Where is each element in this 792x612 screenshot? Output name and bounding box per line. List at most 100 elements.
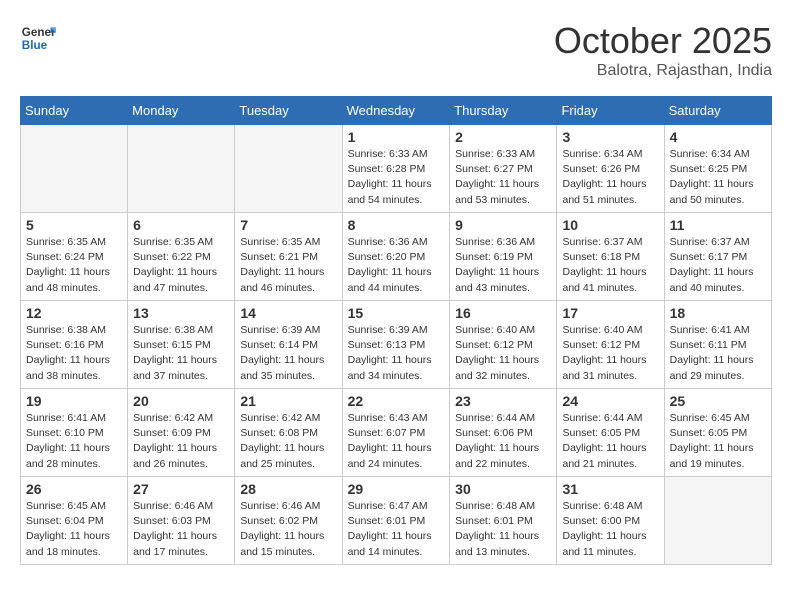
day-number: 21 (240, 393, 336, 409)
calendar-table: SundayMondayTuesdayWednesdayThursdayFrid… (20, 96, 772, 565)
day-number: 31 (562, 481, 658, 497)
calendar-cell: 26 Sunrise: 6:45 AM Sunset: 6:04 PM Dayli… (21, 477, 128, 565)
day-number: 1 (348, 129, 445, 145)
calendar-cell: 30 Sunrise: 6:48 AM Sunset: 6:01 PM Dayli… (450, 477, 557, 565)
calendar-cell: 17 Sunrise: 6:40 AM Sunset: 6:12 PM Dayli… (557, 301, 664, 389)
day-info: Sunrise: 6:35 AM Sunset: 6:21 PM Dayligh… (240, 235, 336, 296)
day-info: Sunrise: 6:33 AM Sunset: 6:27 PM Dayligh… (455, 147, 551, 208)
week-row-3: 12Sunrise: 6:38 AM Sunset: 6:16 PM Dayli… (21, 301, 772, 389)
day-number: 6 (133, 217, 229, 233)
calendar-cell: 29 Sunrise: 6:47 AM Sunset: 6:01 PM Dayli… (342, 477, 450, 565)
week-row-2: 5Sunrise: 6:35 AM Sunset: 6:24 PM Daylig… (21, 213, 772, 301)
calendar-cell: 9 Sunrise: 6:36 AM Sunset: 6:19 PM Daylig… (450, 213, 557, 301)
day-info: Sunrise: 6:46 AM Sunset: 6:02 PM Dayligh… (240, 499, 336, 560)
weekday-header-tuesday: Tuesday (235, 97, 342, 125)
day-number: 3 (562, 129, 658, 145)
day-number: 23 (455, 393, 551, 409)
day-number: 7 (240, 217, 336, 233)
day-number: 27 (133, 481, 229, 497)
calendar-cell: 6 Sunrise: 6:35 AM Sunset: 6:22 PM Daylig… (128, 213, 235, 301)
day-info: Sunrise: 6:48 AM Sunset: 6:00 PM Dayligh… (562, 499, 658, 560)
day-number: 19 (26, 393, 122, 409)
day-info: Sunrise: 6:40 AM Sunset: 6:12 PM Dayligh… (455, 323, 551, 384)
day-info: Sunrise: 6:48 AM Sunset: 6:01 PM Dayligh… (455, 499, 551, 560)
day-info: Sunrise: 6:41 AM Sunset: 6:10 PM Dayligh… (26, 411, 122, 472)
calendar-cell: 21Sunrise: 6:42 AM Sunset: 6:08 PM Dayli… (235, 389, 342, 477)
day-number: 8 (348, 217, 445, 233)
day-number: 13 (133, 305, 229, 321)
calendar-cell: 28 Sunrise: 6:46 AM Sunset: 6:02 PM Dayli… (235, 477, 342, 565)
day-info: Sunrise: 6:39 AM Sunset: 6:13 PM Dayligh… (348, 323, 445, 384)
day-info: Sunrise: 6:35 AM Sunset: 6:22 PM Dayligh… (133, 235, 229, 296)
day-number: 9 (455, 217, 551, 233)
weekday-header-monday: Monday (128, 97, 235, 125)
calendar-cell: 24Sunrise: 6:44 AM Sunset: 6:05 PM Dayli… (557, 389, 664, 477)
calendar-cell (128, 125, 235, 213)
weekday-header-wednesday: Wednesday (342, 97, 450, 125)
calendar-cell (664, 477, 771, 565)
day-info: Sunrise: 6:40 AM Sunset: 6:12 PM Dayligh… (562, 323, 658, 384)
day-info: Sunrise: 6:36 AM Sunset: 6:19 PM Dayligh… (455, 235, 551, 296)
page-header: General Blue October 2025 Balotra, Rajas… (20, 20, 772, 80)
day-info: Sunrise: 6:46 AM Sunset: 6:03 PM Dayligh… (133, 499, 229, 560)
calendar-cell (21, 125, 128, 213)
day-number: 22 (348, 393, 445, 409)
day-number: 29 (348, 481, 445, 497)
day-info: Sunrise: 6:43 AM Sunset: 6:07 PM Dayligh… (348, 411, 445, 472)
day-info: Sunrise: 6:45 AM Sunset: 6:04 PM Dayligh… (26, 499, 122, 560)
day-info: Sunrise: 6:37 AM Sunset: 6:18 PM Dayligh… (562, 235, 658, 296)
weekday-header-row: SundayMondayTuesdayWednesdayThursdayFrid… (21, 97, 772, 125)
day-info: Sunrise: 6:37 AM Sunset: 6:17 PM Dayligh… (670, 235, 766, 296)
calendar-cell: 1 Sunrise: 6:33 AM Sunset: 6:28 PM Daylig… (342, 125, 450, 213)
calendar-cell: 5Sunrise: 6:35 AM Sunset: 6:24 PM Daylig… (21, 213, 128, 301)
day-number: 2 (455, 129, 551, 145)
calendar-cell: 18Sunrise: 6:41 AM Sunset: 6:11 PM Dayli… (664, 301, 771, 389)
day-number: 28 (240, 481, 336, 497)
day-info: Sunrise: 6:47 AM Sunset: 6:01 PM Dayligh… (348, 499, 445, 560)
calendar-cell: 7 Sunrise: 6:35 AM Sunset: 6:21 PM Daylig… (235, 213, 342, 301)
day-number: 10 (562, 217, 658, 233)
day-number: 12 (26, 305, 122, 321)
week-row-1: 1 Sunrise: 6:33 AM Sunset: 6:28 PM Daylig… (21, 125, 772, 213)
calendar-cell: 2 Sunrise: 6:33 AM Sunset: 6:27 PM Daylig… (450, 125, 557, 213)
day-number: 11 (670, 217, 766, 233)
calendar-cell: 11 Sunrise: 6:37 AM Sunset: 6:17 PM Dayli… (664, 213, 771, 301)
day-number: 16 (455, 305, 551, 321)
calendar-cell: 16 Sunrise: 6:40 AM Sunset: 6:12 PM Dayli… (450, 301, 557, 389)
week-row-4: 19 Sunrise: 6:41 AM Sunset: 6:10 PM Dayli… (21, 389, 772, 477)
day-info: Sunrise: 6:34 AM Sunset: 6:25 PM Dayligh… (670, 147, 766, 208)
day-info: Sunrise: 6:45 AM Sunset: 6:05 PM Dayligh… (670, 411, 766, 472)
title-block: October 2025 Balotra, Rajasthan, India (554, 20, 772, 80)
day-number: 30 (455, 481, 551, 497)
day-info: Sunrise: 6:33 AM Sunset: 6:28 PM Dayligh… (348, 147, 445, 208)
month-title: October 2025 (554, 20, 772, 62)
week-row-5: 26 Sunrise: 6:45 AM Sunset: 6:04 PM Dayli… (21, 477, 772, 565)
calendar-cell: 20 Sunrise: 6:42 AM Sunset: 6:09 PM Dayli… (128, 389, 235, 477)
calendar-cell: 27 Sunrise: 6:46 AM Sunset: 6:03 PM Dayli… (128, 477, 235, 565)
weekday-header-sunday: Sunday (21, 97, 128, 125)
day-info: Sunrise: 6:42 AM Sunset: 6:09 PM Dayligh… (133, 411, 229, 472)
day-number: 20 (133, 393, 229, 409)
day-number: 14 (240, 305, 336, 321)
day-number: 25 (670, 393, 766, 409)
logo-icon: General Blue (20, 20, 56, 56)
calendar-cell: 22 Sunrise: 6:43 AM Sunset: 6:07 PM Dayli… (342, 389, 450, 477)
weekday-header-friday: Friday (557, 97, 664, 125)
day-info: Sunrise: 6:34 AM Sunset: 6:26 PM Dayligh… (562, 147, 658, 208)
day-number: 17 (562, 305, 658, 321)
calendar-cell: 3 Sunrise: 6:34 AM Sunset: 6:26 PM Daylig… (557, 125, 664, 213)
day-info: Sunrise: 6:41 AM Sunset: 6:11 PM Dayligh… (670, 323, 766, 384)
weekday-header-saturday: Saturday (664, 97, 771, 125)
calendar-cell: 12Sunrise: 6:38 AM Sunset: 6:16 PM Dayli… (21, 301, 128, 389)
calendar-cell: 13Sunrise: 6:38 AM Sunset: 6:15 PM Dayli… (128, 301, 235, 389)
calendar-cell: 15 Sunrise: 6:39 AM Sunset: 6:13 PM Dayli… (342, 301, 450, 389)
day-number: 26 (26, 481, 122, 497)
calendar-cell: 14Sunrise: 6:39 AM Sunset: 6:14 PM Dayli… (235, 301, 342, 389)
day-number: 15 (348, 305, 445, 321)
calendar-cell: 10 Sunrise: 6:37 AM Sunset: 6:18 PM Dayli… (557, 213, 664, 301)
location-subtitle: Balotra, Rajasthan, India (554, 62, 772, 80)
day-info: Sunrise: 6:44 AM Sunset: 6:05 PM Dayligh… (562, 411, 658, 472)
svg-text:Blue: Blue (22, 39, 48, 52)
weekday-header-thursday: Thursday (450, 97, 557, 125)
day-number: 4 (670, 129, 766, 145)
